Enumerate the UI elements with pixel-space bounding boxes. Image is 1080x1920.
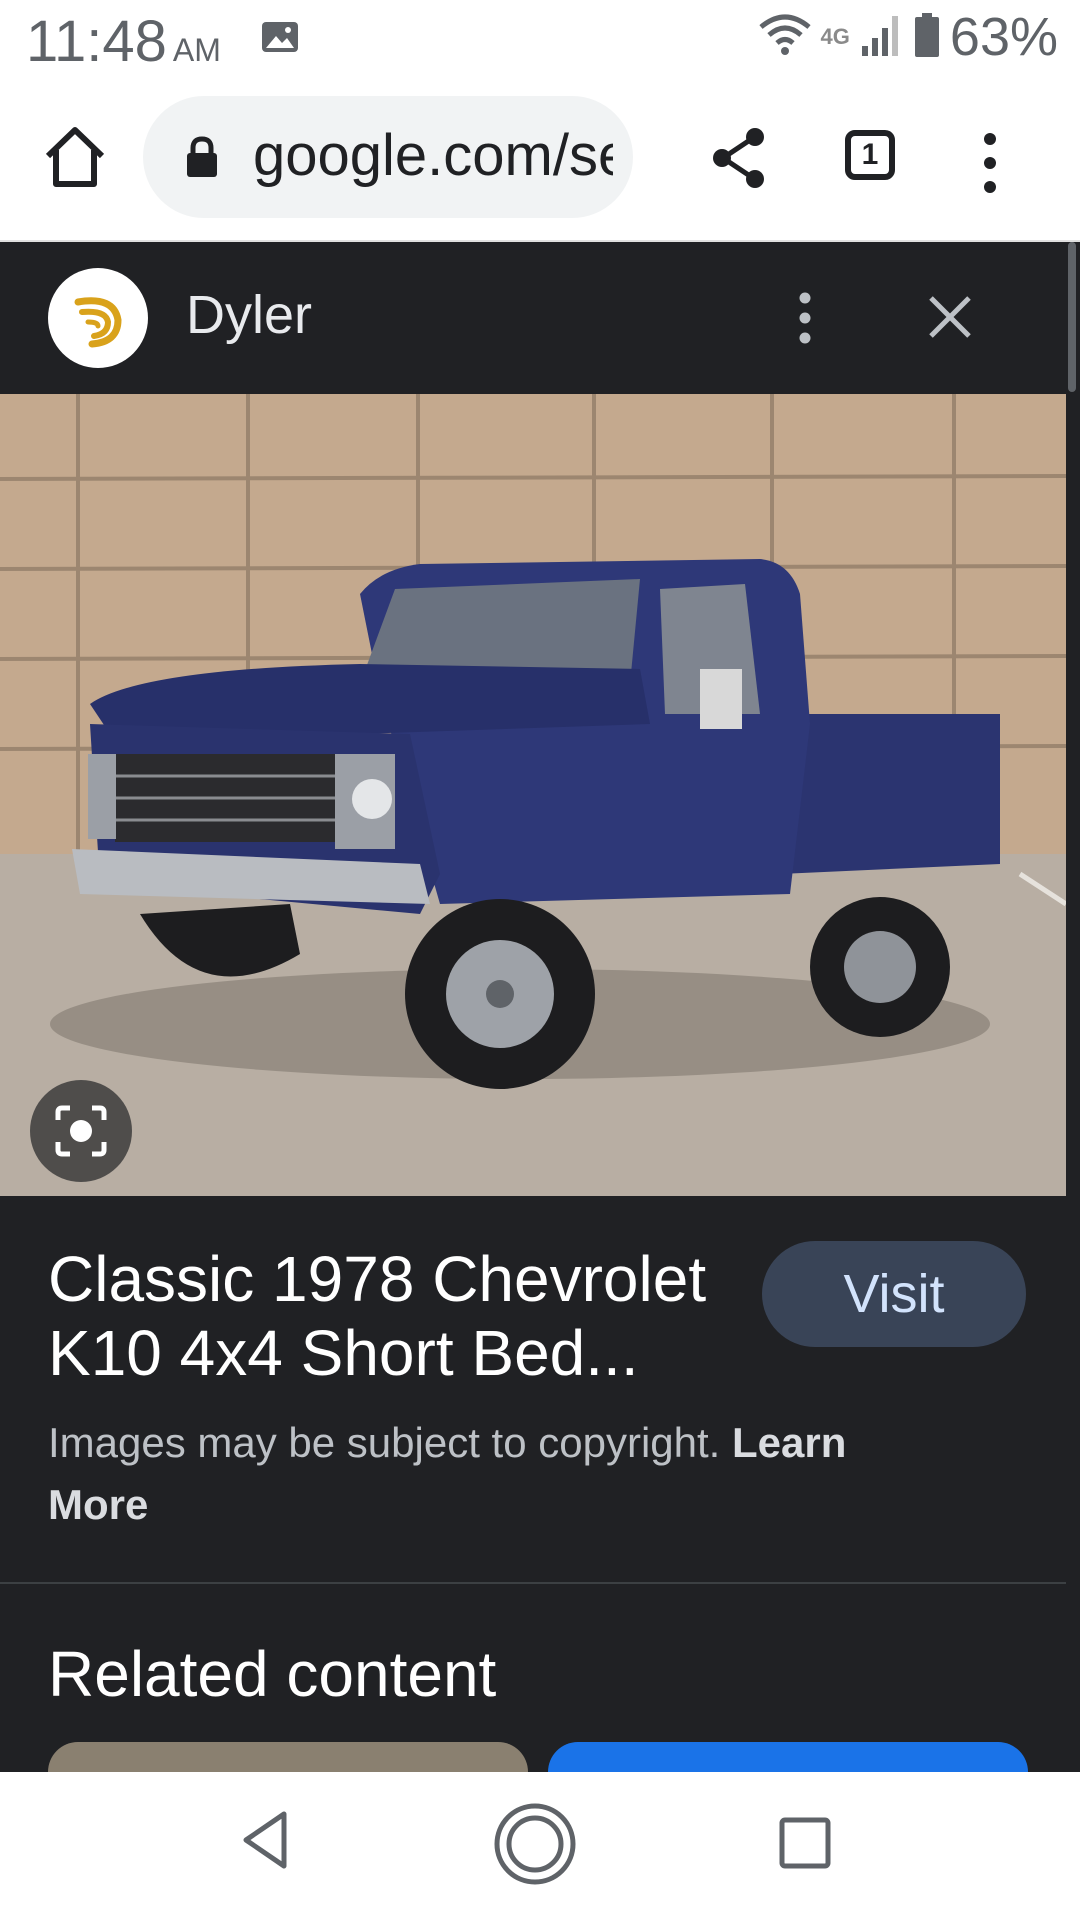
home-icon <box>45 127 105 187</box>
home-circle-icon <box>494 1803 576 1885</box>
more-vert-icon <box>799 292 811 344</box>
copyright-text: Images may be subject to copyright. <box>48 1419 721 1466</box>
back-triangle-icon <box>243 1811 287 1869</box>
close-icon <box>929 296 971 338</box>
browser-toolbar: google.com/search 1 <box>0 80 1080 242</box>
battery-icon <box>914 12 940 63</box>
clock-ampm: AM <box>172 32 221 68</box>
image-viewer-panel: Dyler Classic 1978 Chevrolet K10 4x4 Sho… <box>0 242 1066 1802</box>
battery-percent: 63% <box>949 7 1058 67</box>
browser-menu-button[interactable] <box>975 128 1005 198</box>
recent-apps-button[interactable] <box>778 1816 832 1875</box>
divider <box>0 1582 1066 1584</box>
status-bar: 11:48 AM 4G 63% <box>0 0 1080 80</box>
clock-time: 11:48 <box>26 9 167 74</box>
copyright-notice: Images may be subject to copyright. Lear… <box>48 1412 948 1536</box>
viewer-more-button[interactable] <box>790 288 820 348</box>
viewer-header: Dyler <box>0 242 1066 394</box>
related-content-heading: Related content <box>48 1638 497 1710</box>
tab-switcher-button[interactable]: 1 <box>845 130 895 180</box>
scrollbar[interactable] <box>1066 242 1080 1772</box>
share-icon <box>713 128 764 188</box>
address-bar[interactable]: google.com/search <box>143 96 633 218</box>
dyler-logo-icon <box>74 297 122 348</box>
close-viewer-button[interactable] <box>925 292 975 342</box>
source-name[interactable]: Dyler <box>186 284 312 346</box>
status-indicators: 4G 63% <box>758 6 1058 68</box>
source-logo <box>48 268 148 368</box>
home-button[interactable] <box>40 122 110 192</box>
home-nav-button[interactable] <box>493 1802 577 1891</box>
share-button[interactable] <box>705 124 773 192</box>
signal-icon <box>860 12 904 63</box>
more-vert-icon <box>984 133 996 193</box>
gallery-notification-icon <box>260 20 300 59</box>
lens-icon <box>55 1105 107 1157</box>
url-text: google.com/search <box>253 123 613 188</box>
wifi-icon <box>758 13 811 62</box>
truck-photo <box>0 394 1066 1196</box>
result-title[interactable]: Classic 1978 Chevrolet K10 4x4 Short Bed… <box>48 1242 748 1390</box>
system-navigation-bar <box>0 1772 1080 1920</box>
lock-icon <box>185 136 219 183</box>
google-lens-button[interactable] <box>30 1080 132 1182</box>
network-type: 4G <box>820 24 850 49</box>
status-time: 11:48 AM <box>26 8 221 75</box>
visit-button[interactable]: Visit <box>762 1241 1026 1347</box>
preview-image[interactable] <box>0 394 1066 1196</box>
square-icon <box>779 1817 831 1869</box>
back-button[interactable] <box>240 1810 290 1875</box>
scrollbar-thumb[interactable] <box>1068 242 1076 392</box>
